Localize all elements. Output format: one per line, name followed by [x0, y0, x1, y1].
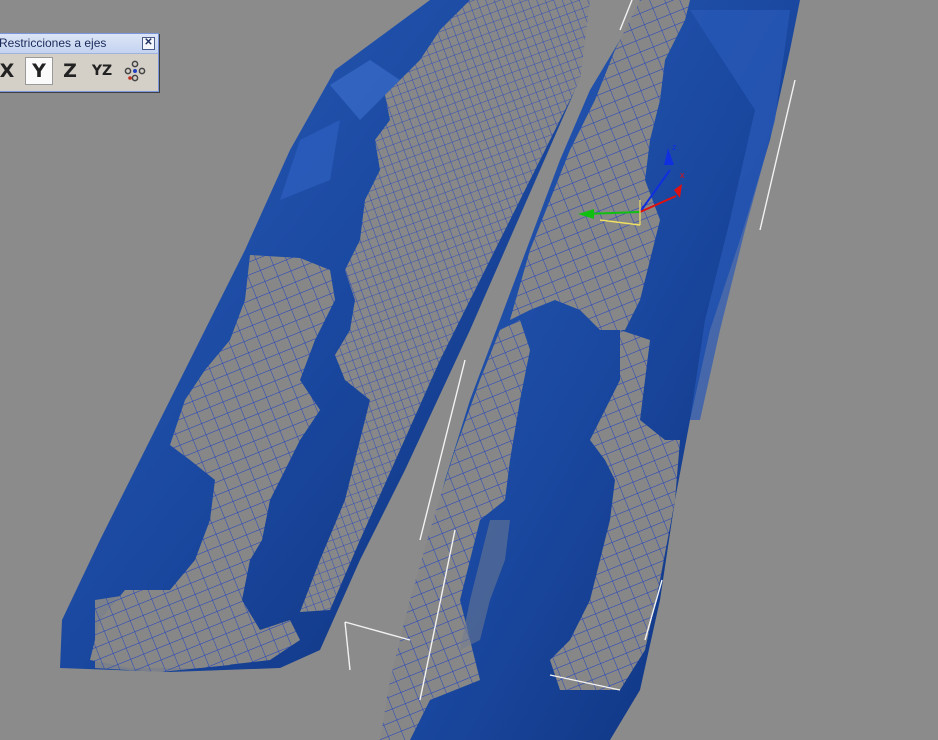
- axis-constraints-toolbar[interactable]: Restricciones a ejes ✕ X Y Z YZ: [0, 33, 159, 92]
- constrain-y-button[interactable]: Y: [25, 57, 53, 85]
- toolbar-buttons: X Y Z YZ: [0, 55, 158, 89]
- constrain-x-button[interactable]: X: [0, 57, 21, 85]
- mesh-scene[interactable]: z x: [0, 0, 938, 740]
- toolbar-title: Restricciones a ejes: [0, 36, 107, 50]
- snap-options-icon: [124, 60, 146, 82]
- close-icon[interactable]: ✕: [142, 37, 155, 50]
- svg-text:z: z: [672, 142, 677, 152]
- svg-text:x: x: [680, 170, 685, 180]
- 3d-viewport[interactable]: z x Restricciones a ejes ✕ X Y Z YZ: [0, 0, 938, 740]
- toolbar-titlebar[interactable]: Restricciones a ejes ✕: [0, 34, 158, 54]
- constrain-z-button[interactable]: Z: [56, 57, 84, 85]
- constrain-yz-button[interactable]: YZ: [88, 57, 116, 85]
- snap-options-button[interactable]: [121, 57, 149, 85]
